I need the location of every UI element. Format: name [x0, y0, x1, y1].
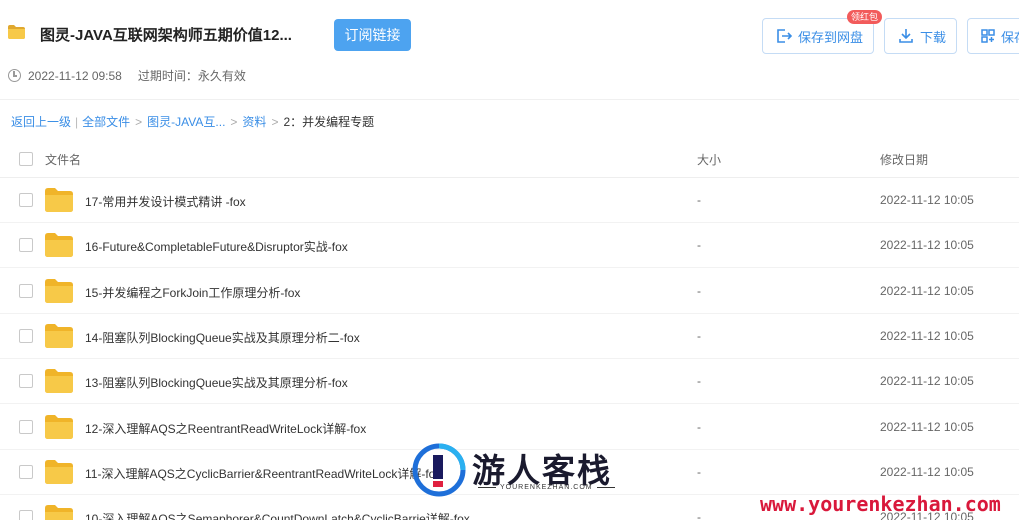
- folder-icon: [45, 459, 73, 484]
- file-name[interactable]: 10-深入理解AQS之Semaphorer&CountDownLatch&Cyc…: [85, 510, 470, 520]
- file-row[interactable]: 16-Future&CompletableFuture&Disruptor实战-…: [0, 223, 1019, 269]
- file-name[interactable]: 16-Future&CompletableFuture&Disruptor实战-…: [85, 238, 348, 255]
- watermark-sub-text: YOURENKEZHAN.COM: [500, 484, 593, 491]
- download-label: 下载: [920, 29, 947, 45]
- save-icon: [777, 29, 793, 43]
- row-checkbox[interactable]: [19, 238, 33, 253]
- file-date: 2022-11-12 10:05: [880, 374, 974, 389]
- chevron-right-icon: >: [271, 114, 279, 129]
- file-name[interactable]: 11-深入理解AQS之CyclicBarrier&ReentrantReadWr…: [85, 465, 441, 482]
- select-all-checkbox[interactable]: [19, 152, 33, 166]
- row-checkbox[interactable]: [19, 419, 33, 434]
- save-button-secondary[interactable]: 保存: [967, 18, 1019, 54]
- folder-icon: [45, 233, 73, 258]
- breadcrumb-level2[interactable]: 资料: [242, 113, 266, 130]
- row-checkbox[interactable]: [19, 374, 33, 389]
- column-name[interactable]: 文件名: [45, 151, 81, 168]
- breadcrumb-current: 2：并发编程专题: [283, 115, 375, 129]
- red-packet-badge[interactable]: 领红包: [847, 10, 883, 24]
- share-title: 图灵-JAVA互联网架构师五期价值12...: [40, 27, 292, 44]
- folder-icon: [45, 278, 73, 303]
- row-checkbox[interactable]: [19, 328, 33, 343]
- row-checkbox[interactable]: [19, 283, 33, 298]
- file-date: 2022-11-12 10:05: [880, 464, 974, 479]
- file-name[interactable]: 13-阻塞队列BlockingQueue实战及其原理分析-fox: [85, 374, 348, 391]
- file-row[interactable]: 12-深入理解AQS之ReentrantReadWriteLock详解-fox -…: [0, 405, 1019, 450]
- download-icon: [899, 29, 913, 43]
- download-button[interactable]: 下载: [884, 18, 957, 54]
- folder-icon: [45, 414, 73, 439]
- column-date[interactable]: 修改日期: [880, 151, 928, 168]
- share-meta: 2022-11-12 09:58 过期时间：永久有效: [8, 67, 246, 84]
- file-row[interactable]: 15-并发编程之ForkJoin工作原理分析-fox - 2022-11-12 10…: [0, 269, 1019, 314]
- file-size: -: [697, 419, 701, 434]
- folder-icon: [8, 25, 25, 39]
- expire-time: 过期时间：永久有效: [137, 69, 246, 83]
- watermark-url: www.yourenkezhan.com: [760, 492, 1001, 516]
- file-date: 2022-11-12 10:05: [880, 419, 974, 434]
- file-name[interactable]: 15-并发编程之ForkJoin工作原理分析-fox: [85, 284, 300, 301]
- folder-icon: [45, 188, 73, 212]
- clock-icon: [8, 69, 21, 82]
- breadcrumb-divider: |: [75, 114, 79, 129]
- file-date: 2022-11-12 10:05: [880, 238, 974, 253]
- file-size: -: [697, 283, 701, 298]
- row-checkbox[interactable]: [19, 193, 33, 207]
- subscribe-button[interactable]: 订阅链接: [334, 19, 411, 51]
- file-table-header: 文件名 大小 修改日期: [0, 140, 1019, 178]
- file-size: -: [697, 193, 701, 207]
- file-date: 2022-11-12 10:05: [880, 283, 974, 298]
- file-name[interactable]: 12-深入理解AQS之ReentrantReadWriteLock详解-fox: [85, 420, 366, 437]
- folder-icon: [45, 505, 73, 520]
- chevron-right-icon: >: [135, 114, 143, 129]
- save-grid-icon: [981, 29, 995, 43]
- save-label: 保存到网盘: [798, 29, 864, 45]
- watermark-logo-icon: [412, 443, 466, 497]
- created-time: 2022-11-12 09:58: [28, 68, 122, 83]
- folder-icon: [45, 369, 73, 394]
- share-header: 图灵-JAVA互联网架构师五期价值12... 订阅链接 2022-11-12 0…: [0, 0, 1019, 100]
- file-size: -: [697, 238, 701, 253]
- breadcrumb-back[interactable]: 返回上一级: [11, 113, 71, 130]
- watermark-sub: YOURENKEZHAN.COM: [474, 484, 619, 491]
- file-size: -: [697, 510, 701, 520]
- file-size: -: [697, 464, 701, 479]
- chevron-right-icon: >: [230, 114, 238, 129]
- file-name[interactable]: 17-常用并发设计模式精讲 -fox: [85, 193, 246, 210]
- save2-label: 保存: [1001, 29, 1019, 45]
- folder-icon: [45, 323, 73, 348]
- file-row[interactable]: 13-阻塞队列BlockingQueue实战及其原理分析-fox - 2022-11…: [0, 359, 1019, 405]
- row-checkbox[interactable]: [19, 510, 33, 520]
- file-row[interactable]: 17-常用并发设计模式精讲 -fox - 2022-11-12 10:05: [0, 178, 1019, 223]
- file-size: -: [697, 328, 701, 343]
- file-size: -: [697, 374, 701, 389]
- file-date: 2022-11-12 10:05: [880, 328, 974, 343]
- file-row[interactable]: 14-阻塞队列BlockingQueue实战及其原理分析二-fox - 2022-1…: [0, 314, 1019, 359]
- file-name[interactable]: 14-阻塞队列BlockingQueue实战及其原理分析二-fox: [85, 329, 360, 346]
- breadcrumb: 返回上一级 | 全部文件 > 图灵-JAVA互... > 资料 > 2：并发编程…: [11, 113, 374, 130]
- column-size[interactable]: 大小: [697, 151, 721, 168]
- file-date: 2022-11-12 10:05: [880, 193, 974, 207]
- breadcrumb-level1[interactable]: 图灵-JAVA互...: [147, 113, 225, 130]
- row-checkbox[interactable]: [19, 464, 33, 479]
- breadcrumb-all-files[interactable]: 全部文件: [82, 113, 130, 130]
